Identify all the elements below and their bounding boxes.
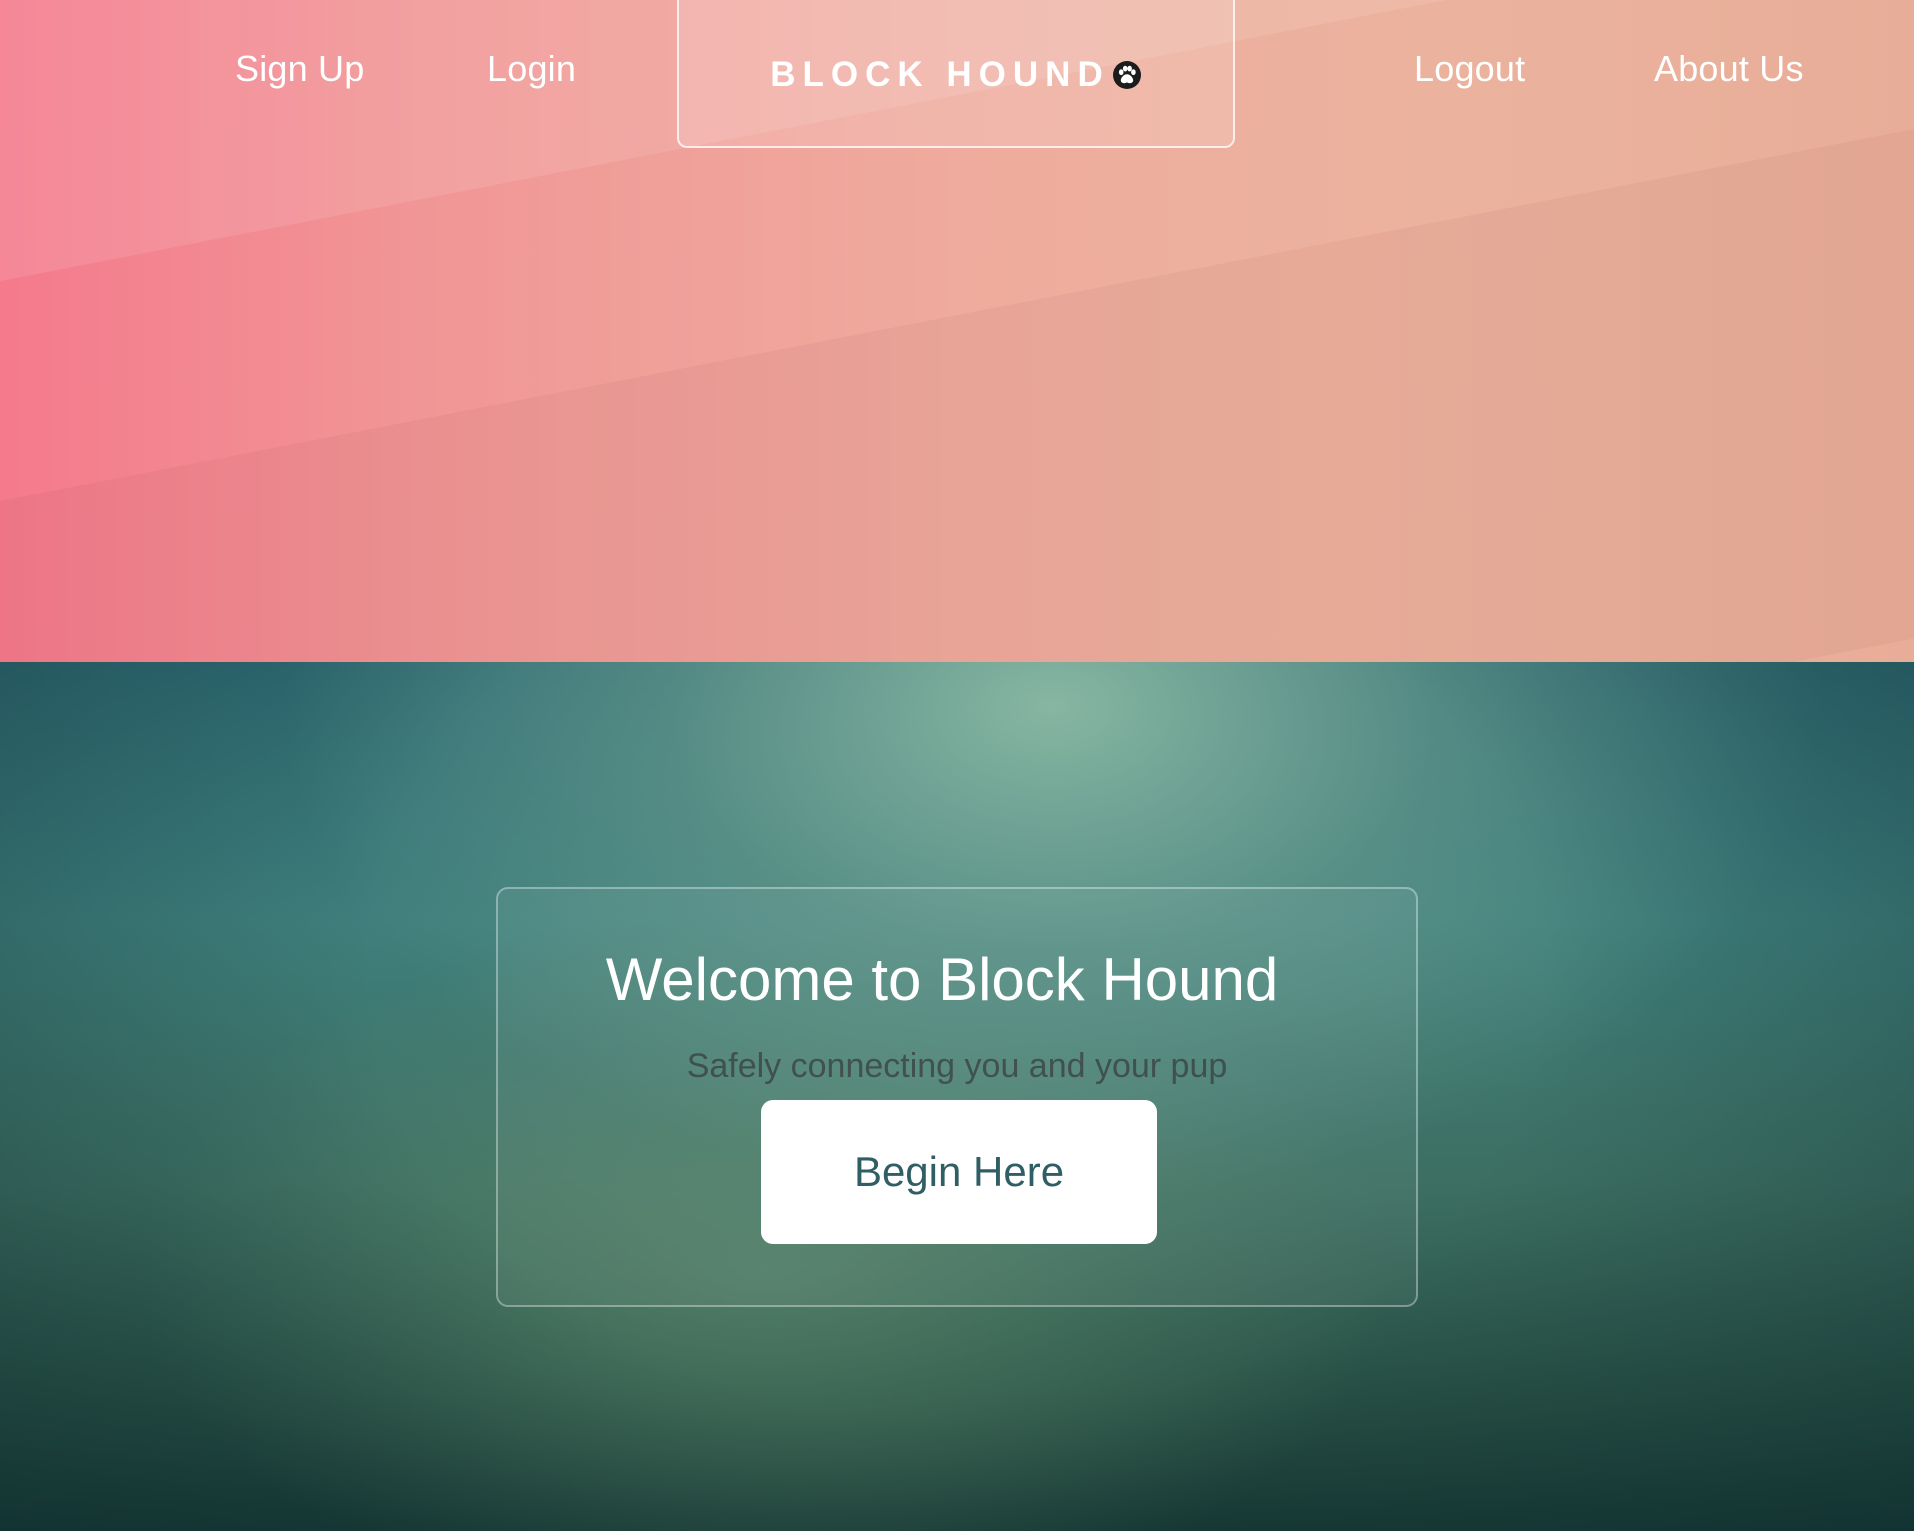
hero-title: Welcome to Block Hound: [605, 946, 1279, 1013]
welcome-card: Welcome to Block Hound Safely connecting…: [496, 887, 1418, 1307]
nav-sign-up-link[interactable]: Sign Up: [235, 48, 364, 90]
top-navigation-bar: Sign Up Login BLOCK HOUND Logout About U…: [0, 0, 1914, 662]
begin-here-button[interactable]: Begin Here: [761, 1100, 1157, 1244]
hero-subtitle: Safely connecting you and your pup: [686, 1047, 1228, 1085]
background-facet: [0, 82, 1914, 662]
landing-page: Sign Up Login BLOCK HOUND Logout About U…: [0, 0, 1914, 1531]
paw-icon: [1112, 61, 1141, 89]
nav-logout-link[interactable]: Logout: [1414, 48, 1525, 90]
nav-login-link[interactable]: Login: [487, 48, 576, 90]
brand-logo[interactable]: BLOCK HOUND: [677, 0, 1235, 148]
brand-name: BLOCK HOUND: [770, 55, 1110, 94]
nav-about-us-link[interactable]: About Us: [1654, 48, 1804, 90]
